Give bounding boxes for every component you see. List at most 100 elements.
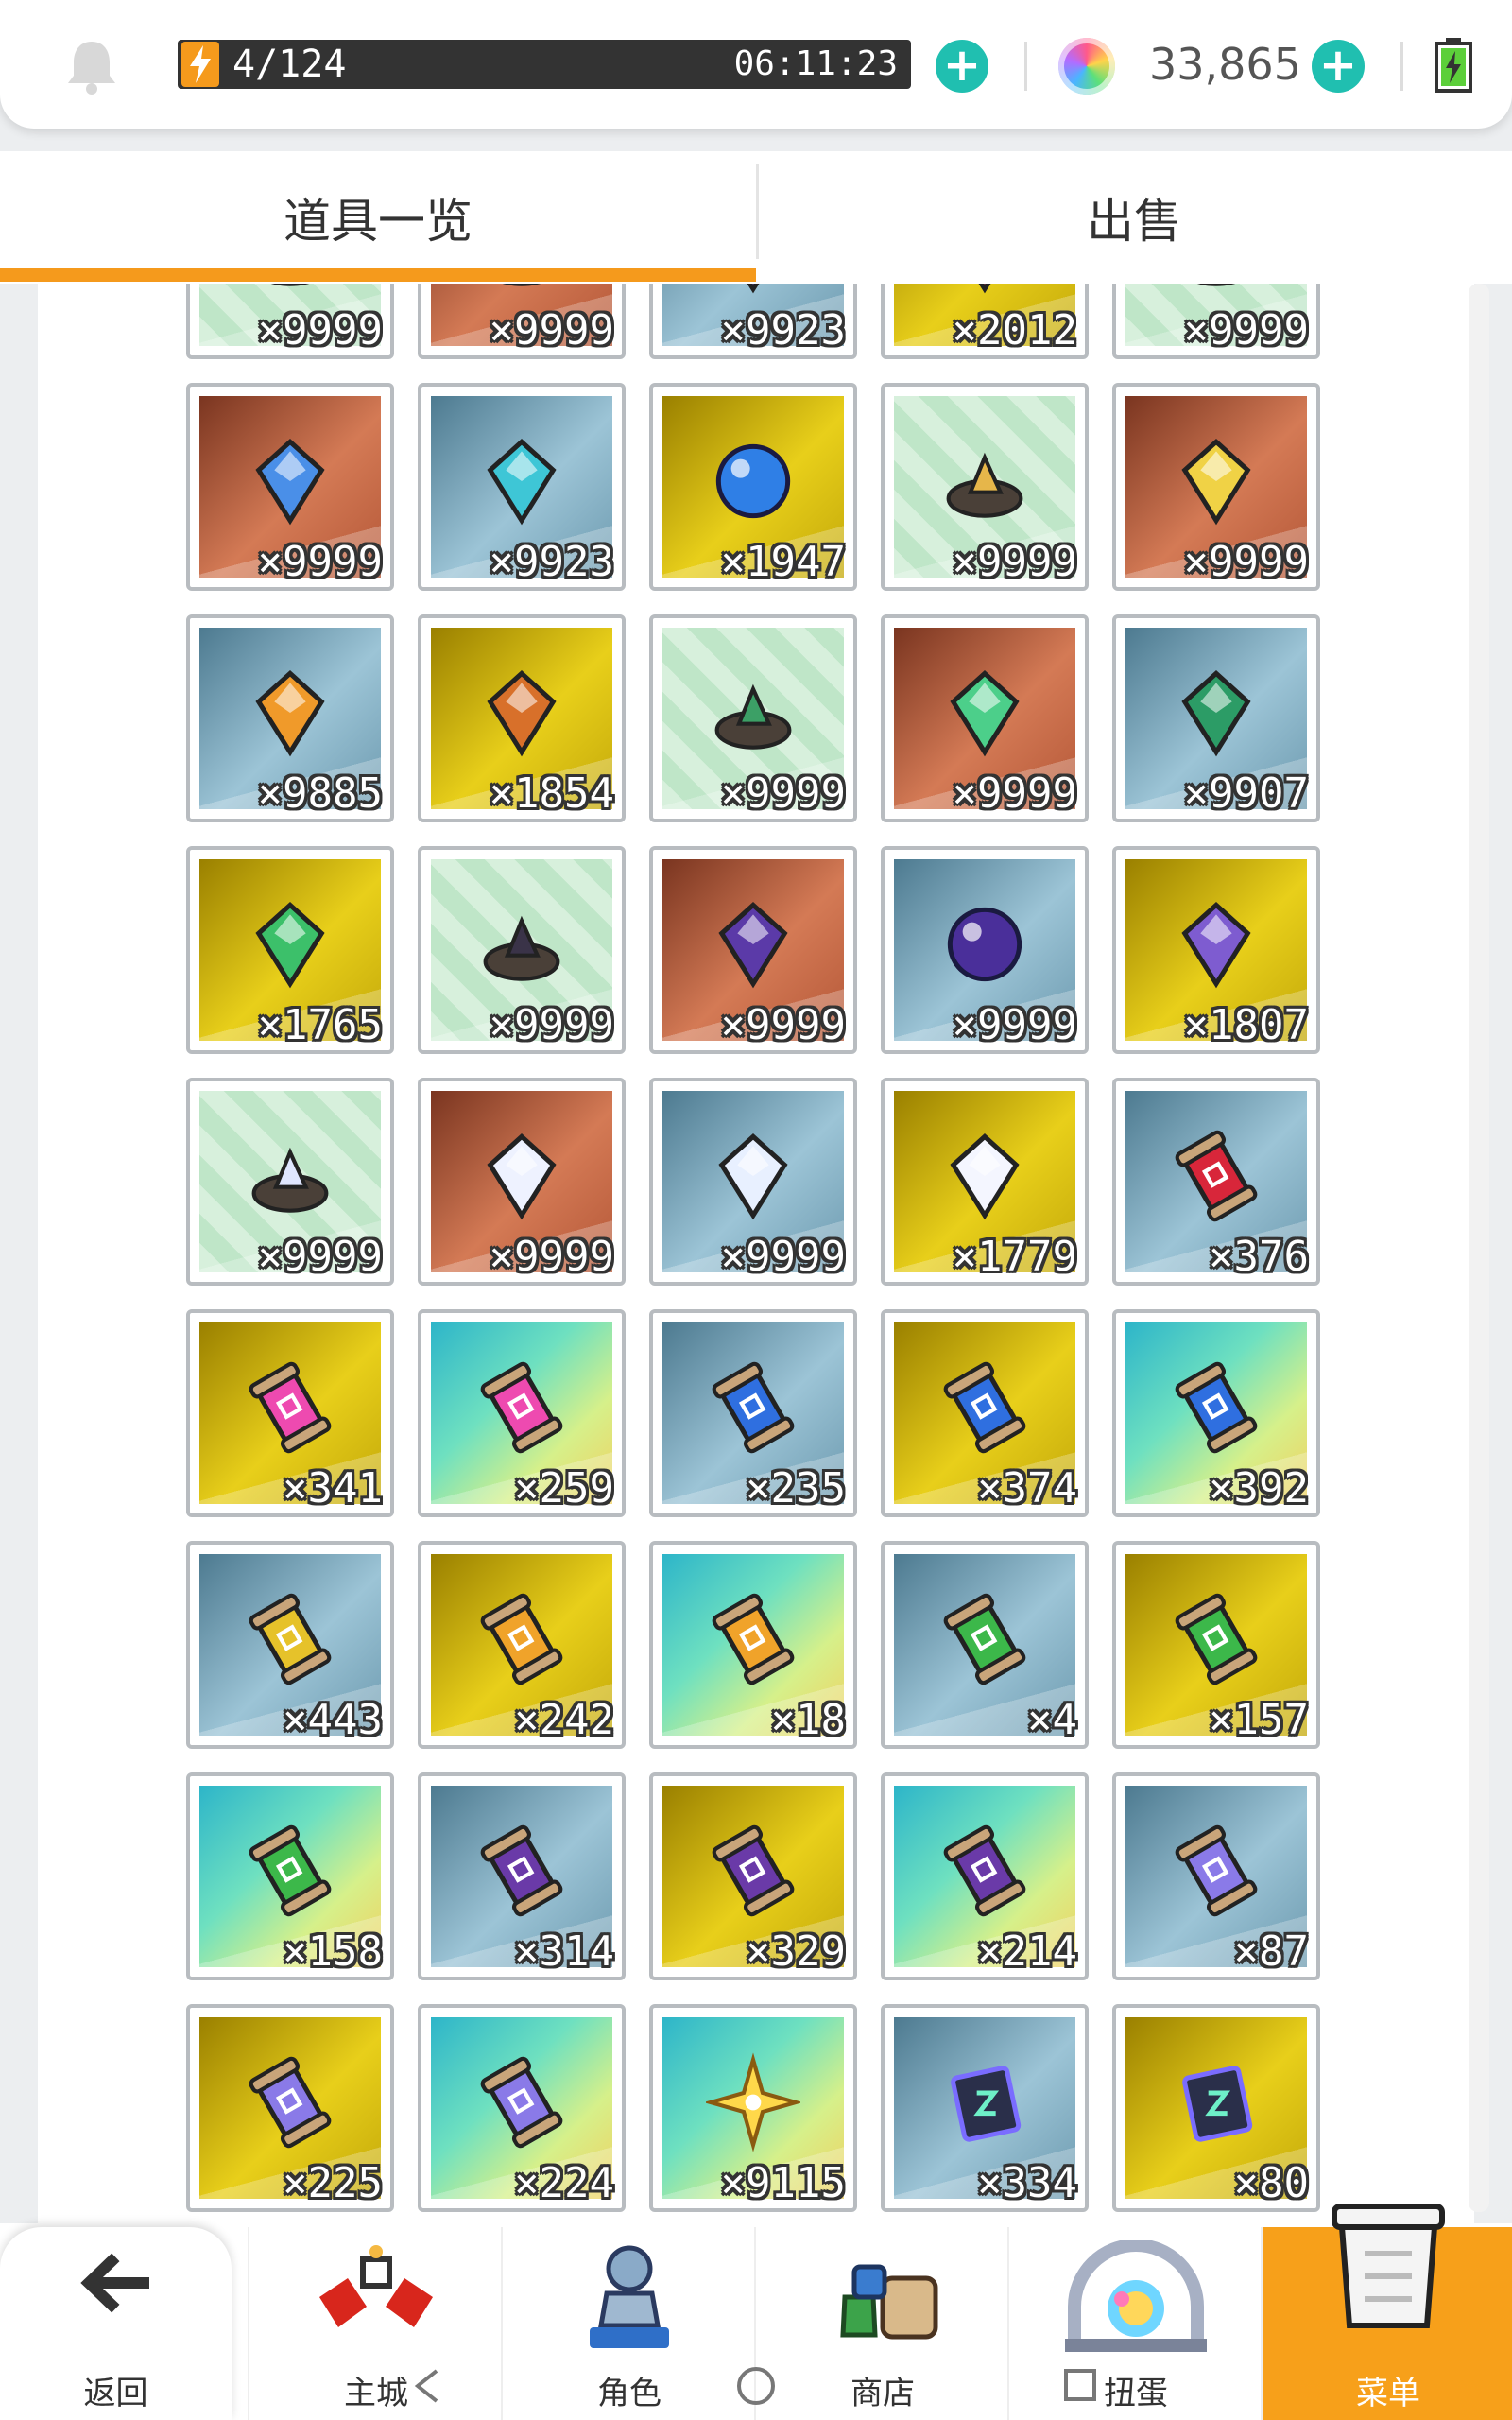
item-quantity: ×9999	[257, 1233, 383, 1281]
tab-sell[interactable]: 出售	[756, 151, 1512, 284]
inventory-item[interactable]: ×259	[418, 1309, 626, 1517]
inventory-item[interactable]: ×1854	[418, 614, 626, 822]
nav-label: 菜单	[1356, 2375, 1420, 2412]
inventory-item[interactable]: ×158	[186, 1772, 394, 1980]
nav-main-city[interactable]: 主城	[248, 2227, 503, 2420]
inventory-item[interactable]: ×80	[1112, 2004, 1320, 2212]
item-quantity: ×9999	[720, 1233, 846, 1281]
orange-scroll-icon	[474, 1592, 569, 1686]
item-quantity: ×9923	[720, 306, 846, 354]
arrow-left-icon	[79, 2253, 149, 2313]
pink-scroll-icon	[474, 1360, 569, 1455]
item-quantity: ×443	[283, 1696, 383, 1744]
inventory-item[interactable]: ×392	[1112, 1309, 1320, 1517]
add-stamina-button[interactable]: +	[936, 40, 988, 93]
tab-bar: 道具一览 出售	[0, 151, 1512, 284]
item-quantity: ×9885	[257, 769, 383, 818]
inventory-item[interactable]: ×4	[881, 1541, 1089, 1749]
blue-scroll-icon	[706, 1360, 800, 1455]
item-quantity: ×214	[977, 1927, 1077, 1976]
inventory-item[interactable]: ×314	[418, 1772, 626, 1980]
inventory-item[interactable]: ×9999	[1112, 383, 1320, 591]
inventory-item[interactable]: ×9923	[418, 383, 626, 591]
inventory-item[interactable]: ×9885	[186, 614, 394, 822]
inventory-item[interactable]: ×9999	[881, 614, 1089, 822]
item-quantity: ×18	[770, 1696, 846, 1744]
inventory-item[interactable]: ×1765	[186, 846, 394, 1054]
inventory-item[interactable]: ×9999	[186, 1078, 394, 1286]
purple-scroll-icon	[706, 1824, 800, 1918]
inventory-item[interactable]: ×157	[1112, 1541, 1320, 1749]
item-quantity: ×9923	[489, 538, 614, 586]
inventory-item[interactable]: ×9999	[881, 383, 1089, 591]
inventory-item[interactable]: ×225	[186, 2004, 394, 2212]
item-quantity: ×1947	[720, 538, 846, 586]
inventory-item[interactable]: ×242	[418, 1541, 626, 1749]
item-quantity: ×1854	[489, 769, 614, 818]
inventory-item[interactable]: ×9907	[1112, 614, 1320, 822]
inventory-item[interactable]: ×9999	[418, 846, 626, 1054]
diamond-icon	[706, 1129, 800, 1223]
back-button[interactable]: 返回	[0, 2227, 232, 2420]
green-ore-icon	[706, 666, 800, 760]
inventory-item[interactable]: ×9999	[649, 614, 857, 822]
battery-icon	[1435, 38, 1472, 93]
item-quantity: ×9999	[257, 538, 383, 586]
inventory-item[interactable]: ×9115	[649, 2004, 857, 2212]
item-quantity: ×9999	[489, 1001, 614, 1049]
item-quantity: ×224	[514, 2159, 614, 2207]
inventory-item[interactable]: ×329	[649, 1772, 857, 1980]
inventory-item[interactable]: ×9999	[649, 1078, 857, 1286]
tab-item-list[interactable]: 道具一览	[0, 151, 756, 284]
gacha-icon	[1065, 2240, 1207, 2352]
inventory-item[interactable]: ×9999	[881, 846, 1089, 1054]
pink-scroll-icon	[243, 1360, 337, 1455]
active-tab-indicator	[0, 268, 756, 282]
white-ore-icon	[243, 1129, 337, 1223]
item-quantity: ×9999	[720, 769, 846, 818]
nav-shop[interactable]: 商店	[754, 2227, 1009, 2420]
inventory-item[interactable]: ×214	[881, 1772, 1089, 1980]
stamina-bar: 4/124 06:11:23	[178, 40, 911, 89]
inventory-item[interactable]: ×18	[649, 1541, 857, 1749]
stamina-timer: 06:11:23	[733, 44, 898, 83]
winged-crystal-icon	[474, 666, 569, 760]
menu-scroll-icon	[1332, 2204, 1445, 2328]
inventory-item[interactable]: ×9999	[418, 1078, 626, 1286]
item-quantity: ×259	[514, 1464, 614, 1512]
bell-icon[interactable]	[59, 34, 125, 100]
stamina-value: 4/124	[232, 43, 347, 86]
item-quantity: ×374	[977, 1464, 1077, 1512]
inventory-item[interactable]: ×443	[186, 1541, 394, 1749]
inventory-item[interactable]: ×374	[881, 1309, 1089, 1517]
item-grid: ×9999 ×9999 ×9923 ×2012 ×9999 ×9999 ×9923 ×1947…	[0, 0, 1512, 2269]
add-currency-button[interactable]: +	[1312, 40, 1365, 93]
item-quantity: ×329	[746, 1927, 846, 1976]
nav-label: 主城	[344, 2375, 408, 2412]
dark-ore-icon	[474, 897, 569, 992]
inventory-item[interactable]: ×376	[1112, 1078, 1320, 1286]
item-quantity: ×158	[283, 1927, 383, 1976]
inventory-item[interactable]: ×224	[418, 2004, 626, 2212]
nav-gacha[interactable]: 扭蛋	[1007, 2227, 1263, 2420]
inventory-item[interactable]: ×1779	[881, 1078, 1089, 1286]
violet-scroll-icon	[474, 2055, 569, 2150]
inventory-item[interactable]: ×9999	[649, 846, 857, 1054]
inventory-item[interactable]: ×341	[186, 1309, 394, 1517]
inventory-item[interactable]: ×9999	[186, 383, 394, 591]
item-quantity: ×80	[1233, 2159, 1309, 2207]
inventory-item[interactable]: ×235	[649, 1309, 857, 1517]
inventory-item[interactable]: ×1947	[649, 383, 857, 591]
star-icon	[706, 2052, 800, 2152]
inventory-item[interactable]: ×1807	[1112, 846, 1320, 1054]
nav-character[interactable]: 角色	[501, 2227, 756, 2420]
purple-gem-icon	[706, 897, 800, 992]
purple-scroll-icon	[937, 1824, 1032, 1918]
nav-label: 商店	[850, 2375, 915, 2412]
winged-white-crystal-icon	[937, 1129, 1032, 1223]
inventory-item[interactable]: ×87	[1112, 1772, 1320, 1980]
inventory-item[interactable]: ×334	[881, 2004, 1089, 2212]
item-quantity: ×4	[1027, 1696, 1077, 1744]
nav-menu[interactable]: 菜单	[1261, 2204, 1512, 2420]
green-scroll-icon	[1169, 1592, 1263, 1686]
